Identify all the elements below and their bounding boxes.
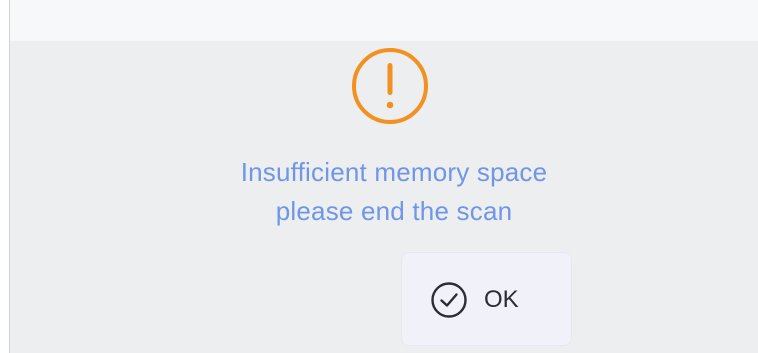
check-circle-icon — [431, 282, 467, 318]
ok-button-label: OK — [484, 286, 519, 313]
left-edge — [0, 0, 9, 353]
ok-button[interactable]: OK — [401, 252, 572, 346]
message-line-2: please end the scan — [275, 196, 513, 226]
alert-dialog: Insufficient memory space please end the… — [10, 0, 758, 353]
message-line-1: Insufficient memory space — [240, 157, 548, 187]
exclamation-circle-icon — [352, 48, 428, 124]
